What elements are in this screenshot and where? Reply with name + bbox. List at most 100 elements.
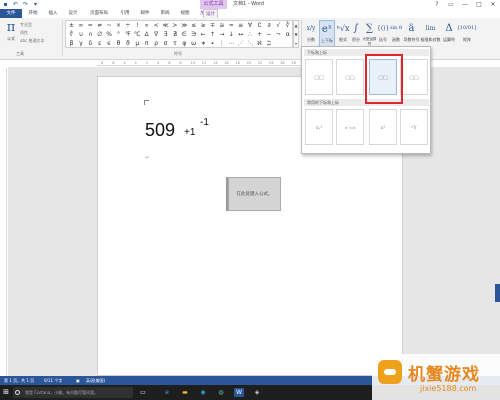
operator-button[interactable]: Δ 运算符 [441, 20, 457, 54]
symbol-cell[interactable]: ℵ [255, 39, 264, 48]
symbol-cell[interactable]: ∙ [208, 39, 217, 48]
symbol-cell[interactable]: φ [180, 39, 189, 48]
symbol-cell[interactable]: ∈ [180, 30, 189, 39]
gallery-tile-subscript[interactable]: □□ [336, 59, 364, 95]
symbol-cell[interactable]: < [152, 21, 161, 30]
redo-icon[interactable]: ↷ [22, 1, 29, 8]
side-tab[interactable] [495, 284, 500, 302]
symbol-cell[interactable]: ∄ [170, 30, 179, 39]
symbol-cell[interactable]: ∴ [246, 30, 255, 39]
more-icon[interactable]: ▾ [294, 39, 298, 48]
edge-icon[interactable]: e [162, 388, 172, 397]
symbol-cell[interactable]: ⋮ [217, 39, 226, 48]
symbol-cell[interactable]: π [142, 39, 151, 48]
restore-icon[interactable]: ▭ [444, 0, 458, 9]
symbol-cell[interactable]: ~ [105, 21, 114, 30]
gallery-tile-common-2[interactable]: e⁻ⁱωt [336, 109, 364, 145]
symbol-cell[interactable]: ÷ [123, 21, 132, 30]
app-icon[interactable]: ◍ [216, 388, 226, 397]
tab-page-layout[interactable]: 页面布局 [84, 9, 114, 18]
symbol-cell[interactable]: ∛ [283, 21, 292, 30]
symbol-cell[interactable]: > [170, 21, 179, 30]
task-view-icon[interactable]: ▭ [138, 388, 148, 397]
symbol-cell[interactable]: α [283, 30, 292, 39]
matrix-button[interactable]: [10/01] 矩阵 [457, 20, 477, 54]
maximize-icon[interactable]: □ [472, 0, 486, 9]
symbol-cell[interactable]: ⋱ [246, 39, 255, 48]
ie-icon[interactable]: ◉ [198, 388, 208, 397]
symbol-cell[interactable]: × [114, 21, 123, 30]
tab-review[interactable]: 审阅 [156, 9, 174, 18]
gallery-tile-common-3[interactable]: x² [369, 109, 397, 145]
symbol-cell[interactable]: ∜ [67, 30, 76, 39]
symbol-cell[interactable]: ∝ [142, 21, 151, 30]
symbol-gallery-scroll[interactable]: ▲ ▼ ▾ [293, 20, 299, 48]
symbol-cell[interactable]: ≫ [180, 21, 189, 30]
symbol-cell[interactable]: ∞ [76, 21, 85, 30]
proofing-icon[interactable]: ▣ [76, 376, 80, 385]
normal-text-option[interactable]: abc 普通文本 [20, 37, 44, 44]
symbol-cell[interactable]: + [255, 30, 264, 39]
symbol-cell[interactable]: ← [199, 30, 208, 39]
symbol-cell[interactable]: δ [86, 39, 95, 48]
symbol-cell[interactable]: ° [114, 30, 123, 39]
symbol-cell[interactable]: ⋯ [227, 39, 236, 48]
tab-references[interactable]: 引用 [116, 9, 134, 18]
symbol-cell[interactable]: = [86, 21, 95, 30]
help-icon[interactable]: ? [430, 0, 444, 9]
cortana-search[interactable]: 我是 Cortana，小娜。有问题尽管问我。 [13, 387, 133, 398]
tab-home[interactable]: 开始 [24, 9, 42, 18]
symbol-cell[interactable]: ≡ [236, 21, 245, 30]
explorer-icon[interactable]: ▬ [180, 388, 190, 397]
symbol-cell[interactable]: → [217, 30, 226, 39]
symbol-cell[interactable]: ℉ [123, 30, 132, 39]
symbol-cell[interactable]: ω [189, 39, 198, 48]
symbol-cell[interactable]: ε [95, 39, 104, 48]
symbol-cell[interactable]: ≅ [217, 21, 226, 30]
scroll-down-icon[interactable]: ▼ [294, 30, 298, 39]
windows-start-icon[interactable]: ⊞ [2, 388, 10, 397]
symbol-cell[interactable]: ∋ [189, 30, 198, 39]
undo-icon[interactable]: ↶ [12, 1, 19, 8]
tab-view[interactable]: 视图 [176, 9, 194, 18]
symbol-cell[interactable]: β [67, 39, 76, 48]
gallery-tile-common-1[interactable]: xᵧ² [305, 109, 333, 145]
app2-icon[interactable]: ◈ [252, 388, 262, 397]
equation-placeholder[interactable]: 在此处键入公式。 [228, 177, 281, 211]
symbol-cell[interactable]: ± [67, 21, 76, 30]
minimize-icon[interactable]: — [458, 0, 472, 9]
save-icon[interactable]: ▪ [2, 1, 9, 8]
symbol-cell[interactable]: ≠ [95, 21, 104, 30]
equation-button[interactable]: π 公式 [4, 20, 18, 46]
symbol-cell[interactable]: ≈ [227, 21, 236, 30]
tab-insert[interactable]: 插入 [44, 9, 62, 18]
symbol-cell[interactable]: ⋰ [236, 39, 245, 48]
symbol-cell[interactable]: − [264, 30, 273, 39]
gallery-tile-superscript[interactable]: □□ [305, 59, 333, 95]
word-icon[interactable]: W [234, 388, 244, 397]
gallery-tile-left-subsup[interactable]: □□ [400, 59, 428, 95]
symbol-cell[interactable]: ↔ [236, 30, 245, 39]
symbol-cell[interactable]: ∩ [86, 30, 95, 39]
symbol-cell[interactable]: ∃ [161, 30, 170, 39]
equation-subscript[interactable]: +1 [184, 127, 195, 138]
symbol-cell[interactable]: ∗ [199, 39, 208, 48]
professional-option[interactable]: 专业型 [20, 21, 32, 28]
symbol-cell[interactable]: √ [274, 21, 283, 30]
symbol-cell[interactable]: ∅ [95, 30, 104, 39]
symbol-cell[interactable]: θ [114, 39, 123, 48]
symbol-cell[interactable]: ↓ [227, 30, 236, 39]
symbol-cell[interactable]: % [105, 30, 114, 39]
close-icon[interactable]: ✕ [486, 0, 500, 9]
symbol-cell[interactable]: ∇ [152, 30, 161, 39]
symbol-cell[interactable]: ∪ [76, 30, 85, 39]
symbol-cell[interactable]: ℃ [133, 30, 142, 39]
symbol-cell[interactable]: ∂ [264, 21, 273, 30]
tab-design[interactable]: 设计 [64, 9, 82, 18]
customize-icon[interactable]: ▾ [32, 1, 39, 8]
symbol-cell[interactable]: γ [76, 39, 85, 48]
symbol-cell[interactable]: μ [133, 39, 142, 48]
symbol-cell[interactable]: σ [161, 39, 170, 48]
tab-mailings[interactable]: 邮件 [136, 9, 154, 18]
symbol-cell[interactable]: ≤ [189, 21, 198, 30]
